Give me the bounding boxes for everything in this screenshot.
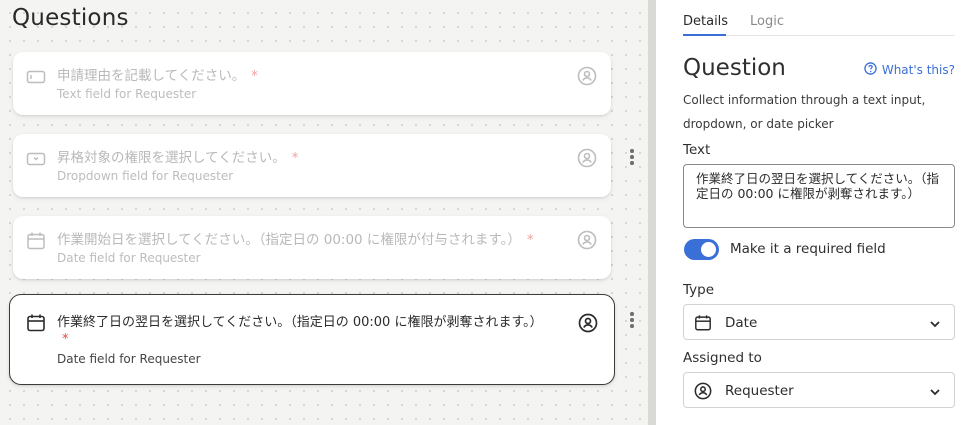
help-circle-icon [864, 62, 877, 78]
question-title: 申請理由を記載してください。 * [57, 68, 258, 84]
question-subtitle: Text field for Requester [57, 87, 197, 101]
dropdown-field-icon [26, 149, 46, 169]
question-title: 昇格対象の権限を選択してください。 * [57, 150, 299, 166]
text-label: Text [683, 142, 711, 158]
panel-description: Collect information through a text input… [683, 93, 926, 131]
required-mark: * [526, 232, 534, 248]
question-title: 作業開始日を選択してください。（指定日の 00:00 に権限が付与されます。） * [57, 232, 534, 248]
person-icon [694, 382, 712, 400]
type-value: Date [725, 315, 758, 331]
required-toggle[interactable] [684, 239, 719, 260]
chevron-down-icon [928, 384, 942, 398]
panel-title: Question [683, 55, 786, 81]
required-mark: * [251, 68, 258, 84]
assigned-to-label: Assigned to [683, 350, 762, 366]
calendar-icon [26, 313, 46, 333]
question-card-3[interactable]: 作業開始日を選択してください。（指定日の 00:00 に権限が付与されます。） *… [13, 216, 611, 279]
person-icon [577, 66, 597, 86]
question-card-4-selected[interactable]: 作業終了日の翌日を選択してください。（指定日の 00:00 に権限が剥奪されます… [9, 294, 615, 385]
assigned-to-select[interactable]: Requester [683, 372, 955, 408]
type-select[interactable]: Date [683, 304, 955, 340]
details-panel: Details Logic Question What's this? Coll… [656, 0, 971, 425]
text-field-icon [26, 67, 46, 87]
question-subtitle: Date field for Requester [57, 352, 201, 366]
tab-details[interactable]: Details [683, 14, 728, 29]
active-tab-indicator [683, 34, 726, 36]
question-card-2[interactable]: 昇格対象の権限を選択してください。 * Dropdown field for Re… [13, 134, 611, 197]
required-mark: * [62, 332, 69, 347]
questions-canvas: Questions 申請理由を記載してください。 * Text field for… [0, 0, 648, 425]
question-subtitle: Date field for Requester [57, 251, 201, 265]
calendar-icon [26, 231, 46, 251]
whats-this-link[interactable]: What's this? [864, 62, 955, 78]
type-label: Type [683, 282, 715, 298]
question-card-1[interactable]: 申請理由を記載してください。 * Text field for Requester [13, 52, 611, 115]
question-text-input[interactable]: 作業終了日の翌日を選択してください。（指定日の 00:00 に権限が剥奪されます… [683, 164, 955, 228]
canvas-title: Questions [12, 5, 129, 31]
card-2-more-icon[interactable] [628, 149, 636, 167]
question-subtitle: Dropdown field for Requester [57, 169, 234, 183]
calendar-icon [694, 314, 712, 332]
person-icon [577, 230, 597, 250]
panel-tabs: Details Logic [683, 14, 955, 36]
whats-this-label: What's this? [881, 63, 955, 77]
assigned-to-value: Requester [725, 383, 794, 399]
required-toggle-label: Make it a required field [730, 241, 886, 257]
card-4-more-icon[interactable] [628, 312, 636, 330]
question-title: 作業終了日の翌日を選択してください。（指定日の 00:00 に権限が剥奪されます… [57, 311, 574, 347]
panel-divider[interactable] [648, 0, 656, 425]
person-icon [578, 313, 598, 333]
toggle-knob [701, 242, 716, 257]
chevron-down-icon [928, 316, 942, 330]
tab-logic[interactable]: Logic [750, 14, 784, 29]
required-mark: * [291, 150, 299, 166]
person-icon [577, 148, 597, 168]
